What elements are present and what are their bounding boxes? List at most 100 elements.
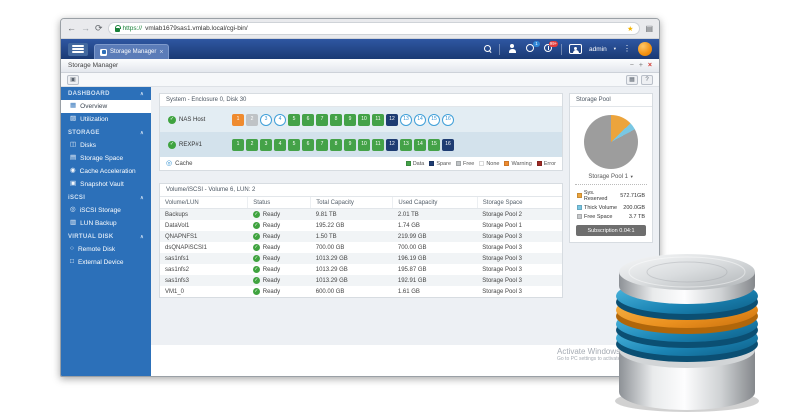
dashboard-toggle-button[interactable]: ▣ <box>67 75 79 85</box>
sidebar-section-header[interactable]: DASHBOARD∧ <box>61 87 151 100</box>
disk-slot[interactable]: 10 <box>358 114 370 126</box>
background-tasks-icon[interactable] <box>507 44 518 54</box>
ready-icon: ✓ <box>253 222 260 229</box>
admin-menu[interactable]: admin <box>589 46 607 53</box>
disk-slot[interactable]: 9 <box>344 114 356 126</box>
sidebar-item-overview[interactable]: ▦Overview <box>61 100 151 113</box>
cache-indicator[interactable]: ◎ Cache <box>166 160 192 167</box>
sidebar-item-external-device[interactable]: □External Device <box>61 256 151 269</box>
disk-slot[interactable]: 3 <box>260 139 272 151</box>
disk-slot[interactable]: 12 <box>386 139 398 151</box>
disk-slot[interactable]: 15 <box>428 114 440 126</box>
back-icon[interactable]: ← <box>67 24 76 33</box>
minimize-icon[interactable]: − <box>630 62 634 69</box>
disk-slot[interactable]: 15 <box>428 139 440 151</box>
disk-slot[interactable]: 6 <box>302 114 314 126</box>
disk-slot[interactable]: 1 <box>232 114 244 126</box>
address-bar[interactable]: https:// vmlab1679sas1.vmlab.local/cgi-b… <box>108 22 641 35</box>
external-device-icon[interactable]: 1 <box>525 44 536 54</box>
volume-row[interactable]: DataVol1✓Ready195.22 GB1.74 GBStorage Po… <box>160 220 562 231</box>
disk-slot[interactable]: 4 <box>274 139 286 151</box>
volume-name-cell: dsQNAPiSCSI1 <box>160 242 248 253</box>
pool-legend-row: Free Space3.7 TB <box>572 212 650 221</box>
volume-row[interactable]: QNAPNFS1✓Ready1.50 TB219.99 GBStorage Po… <box>160 231 562 242</box>
help-button[interactable]: ? <box>641 75 653 85</box>
volume-status-cell: ✓Ready <box>248 242 311 253</box>
disk-slot[interactable]: 14 <box>414 139 426 151</box>
disk-slot[interactable]: 3 <box>260 114 272 126</box>
sidebar-item-iscsi-storage[interactable]: ◎iSCSI Storage <box>61 204 151 217</box>
more-options-icon[interactable]: ⋮ <box>623 45 631 53</box>
main-menu-icon[interactable] <box>68 43 88 56</box>
status-wrap: ✓Ready <box>253 233 306 240</box>
disk-slot[interactable]: 11 <box>372 114 384 126</box>
disk-slot[interactable]: 16 <box>442 139 454 151</box>
tab-close-icon[interactable]: × <box>159 49 163 56</box>
sidebar-item-storage-space[interactable]: ▤Storage Space <box>61 152 151 165</box>
https-lock-icon <box>115 28 120 32</box>
volume-row[interactable]: VM1_0✓Ready600.00 GB1.61 GBStorage Pool … <box>160 286 562 297</box>
forward-icon[interactable]: → <box>81 24 90 33</box>
disk-slot[interactable]: 2 <box>246 114 258 126</box>
column-header[interactable]: Total Capacity <box>311 197 393 209</box>
sidebar-item-remote-disk[interactable]: ○Remote Disk <box>61 243 151 256</box>
disk-slot[interactable]: 13 <box>400 114 412 126</box>
disk-slot[interactable]: 9 <box>344 139 356 151</box>
sidebar-item-lun-backup[interactable]: ▥LUN Backup <box>61 217 151 230</box>
disk-slot[interactable]: 6 <box>302 139 314 151</box>
disk-slot[interactable]: 5 <box>288 114 300 126</box>
notifications-icon[interactable]: 99+ <box>543 44 554 54</box>
volume-name-cell: QNAPNFS1 <box>160 231 248 242</box>
sidebar-item-disks[interactable]: ◫Disks <box>61 139 151 152</box>
disk-slot[interactable]: 7 <box>316 114 328 126</box>
column-header[interactable]: Storage Space <box>477 197 562 209</box>
bookmark-star-icon[interactable]: ★ <box>627 25 633 33</box>
column-header[interactable]: Volume/LUN <box>160 197 248 209</box>
volume-row[interactable]: dsQNAPiSCSI1✓Ready700.00 GB700.00 GBStor… <box>160 242 562 253</box>
disk-slot[interactable]: 8 <box>330 139 342 151</box>
disk-slot[interactable]: 4 <box>274 114 286 126</box>
disk-slot[interactable]: 10 <box>358 139 370 151</box>
total-capacity-cell: 1013.29 GB <box>311 253 393 264</box>
column-header[interactable]: Used Capacity <box>393 197 477 209</box>
disk-slot[interactable]: 8 <box>330 114 342 126</box>
close-icon[interactable]: × <box>648 62 652 69</box>
sidebar-item-snapshot-vault[interactable]: ▣Snapshot Vault <box>61 178 151 191</box>
storage-pool-selector[interactable]: Storage Pool 1 ▼ <box>575 174 647 185</box>
disk-slot[interactable]: 12 <box>386 114 398 126</box>
reload-icon[interactable]: ⟳ <box>95 24 103 33</box>
maximize-icon[interactable]: + <box>639 62 643 69</box>
disk-slot[interactable]: 7 <box>316 139 328 151</box>
alerts-count-badge: 99+ <box>549 41 558 47</box>
user-profile-icon[interactable] <box>569 44 582 54</box>
desktop-button[interactable]: ▦ <box>626 75 638 85</box>
disk-slot[interactable]: 13 <box>400 139 412 151</box>
sidebar-item-utilization[interactable]: ▨Utilization <box>61 113 151 126</box>
sidebar-section-header[interactable]: VIRTUAL DISK∧ <box>61 230 151 243</box>
sidebar-item-label: Utilization <box>80 116 108 123</box>
tab-storage-manager[interactable]: Storage Manager × <box>94 44 169 59</box>
volume-row[interactable]: Backups✓Ready9.81 TB2.01 TBStorage Pool … <box>160 209 562 221</box>
disk-slot[interactable]: 2 <box>246 139 258 151</box>
disk-slot[interactable]: 1 <box>232 139 244 151</box>
volume-row[interactable]: sas1nfs3✓Ready1013.29 GB192.91 GBStorage… <box>160 275 562 286</box>
sidebar-item-cache-acceleration[interactable]: ◉Cache Acceleration <box>61 165 151 178</box>
total-capacity-cell: 1013.29 GB <box>311 275 393 286</box>
qnap-assistant-icon[interactable] <box>638 42 652 56</box>
browser-menu-icon[interactable]: ▤ <box>645 24 653 33</box>
volume-row[interactable]: sas1nfs2✓Ready1013.29 GB195.87 GBStorage… <box>160 264 562 275</box>
storage-space-cell: Storage Pool 3 <box>477 264 562 275</box>
disk-slot[interactable]: 16 <box>442 114 454 126</box>
volume-status-cell: ✓Ready <box>248 220 311 231</box>
disk-slot[interactable]: 5 <box>288 139 300 151</box>
column-header[interactable]: Status <box>248 197 311 209</box>
disk-slot[interactable]: 11 <box>372 139 384 151</box>
sidebar-item-label: iSCSI Storage <box>80 207 121 214</box>
sidebar-section-header[interactable]: STORAGE∧ <box>61 126 151 139</box>
sidebar-section-header[interactable]: iSCSI∧ <box>61 191 151 204</box>
volume-row[interactable]: sas1nfs1✓Ready1013.29 GB196.19 GBStorage… <box>160 253 562 264</box>
ready-icon: ✓ <box>253 255 260 262</box>
cache-label: Cache <box>175 161 192 167</box>
disk-slot[interactable]: 14 <box>414 114 426 126</box>
search-icon[interactable] <box>484 45 492 53</box>
